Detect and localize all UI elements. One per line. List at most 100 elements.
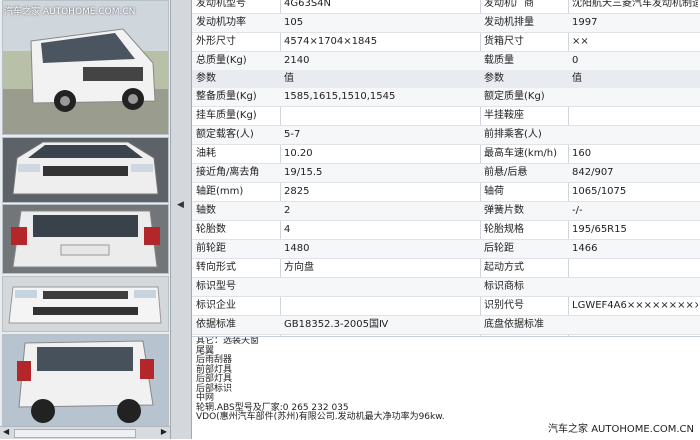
table-row: 接近角/离去角 19/15.5 前悬/后悬 842/907 — [192, 164, 700, 183]
param-label: 外形尺寸 — [196, 36, 236, 47]
param-value: 105 — [284, 17, 304, 28]
param-value: 10.20 — [284, 148, 313, 159]
vehicle-thumbnail-rear[interactable] — [2, 204, 169, 274]
param-label: 标识商标 — [484, 281, 524, 292]
param-value: 方向盘 — [284, 262, 314, 273]
note-line: 后部灯具 — [196, 374, 233, 384]
column-header: 参数 — [484, 73, 504, 84]
param-label: 载质量 — [484, 55, 514, 66]
param-value: 4 — [284, 224, 291, 235]
param-label: 弹簧片数 — [484, 205, 524, 216]
note-line: 尾翼 — [196, 345, 215, 356]
table-row: 油耗 10.20 最高车速(km/h) 160 — [192, 145, 700, 164]
param-label: 轴数 — [196, 205, 216, 216]
note-line: 后部标识 — [196, 383, 233, 394]
param-label: 额定载客(人) — [196, 129, 254, 140]
param-label: 半挂鞍座 — [484, 110, 524, 121]
param-label: 起动方式 — [484, 262, 524, 273]
table-row: 总质量(Kg) 2140 载质量 0 — [192, 52, 700, 71]
param-label: 油耗 — [196, 148, 216, 159]
param-label: 前轮距 — [196, 243, 226, 254]
table-row: 轴距(mm) 2825 轴荷 1065/1075 — [192, 183, 700, 202]
scrollbar-thumb[interactable] — [14, 429, 136, 438]
table-row: 标识型号 标识商标 — [192, 278, 700, 297]
param-label: 发动机功率 — [196, 17, 246, 28]
column-header: 参数 — [196, 73, 216, 84]
watermark-top: 汽车之家 AUTOHOME.COM.CN — [4, 7, 136, 17]
table-row: 挂车质量(Kg) 半挂鞍座 — [192, 107, 700, 126]
table-header-row: 参数 值 参数 值 — [192, 70, 700, 89]
table-row: 轮胎数 4 轮胎规格 195/65R15 — [192, 221, 700, 240]
column-header: 值 — [284, 73, 294, 84]
table-row: 依据标准 GB18352.3-2005国Ⅳ 底盘依据标准 — [192, 316, 700, 335]
vehicle-thumbnail-front-bumper[interactable] — [2, 276, 169, 332]
param-value: 195/65R15 — [572, 224, 627, 235]
param-label: 底盘依据标准 — [484, 319, 544, 330]
note-line: 前部灯具 — [196, 364, 233, 375]
param-value: GB18352.3-2005国Ⅳ — [284, 319, 389, 330]
param-value: 沈阳航天三菱汽车发动机制造 — [572, 0, 698, 9]
param-label: 总质量(Kg) — [196, 55, 247, 66]
param-label: 最高车速(km/h) — [484, 148, 558, 159]
table-row: 轴数 2 弹簧片数 -/- — [192, 202, 700, 221]
thumbnail-scrollbar[interactable]: ◀ ▶ — [0, 426, 170, 439]
param-label: 标识企业 — [196, 300, 236, 311]
param-label: 前排乘客(人) — [484, 129, 542, 140]
param-label: 前悬/后悬 — [484, 167, 528, 178]
scroll-right-icon[interactable]: ▶ — [161, 427, 167, 436]
parameter-table: 发动机型号 4G63S4N 发动机厂商 沈阳航天三菱汽车发动机制造 发动机功率 105 发动… — [192, 0, 700, 354]
param-label: 轮胎规格 — [484, 224, 524, 235]
param-value: -/- — [572, 205, 583, 216]
note-line: 后雨刮器 — [196, 355, 233, 365]
vehicle-thumbnail-front-34[interactable] — [2, 0, 169, 135]
param-value: LGWEF4A6××××××××× — [572, 300, 698, 311]
thumbnail-panel: 汽车之家 AUTOHOME.COM.CN ◀ ▶ — [0, 0, 170, 439]
table-row: 前轮距 1480 后轮距 1466 — [192, 240, 700, 259]
param-label: 轴距(mm) — [196, 186, 244, 197]
table-row: 外形尺寸 4574×1704×1845 货箱尺寸 ×× — [192, 33, 700, 52]
param-label: 发动机厂商 — [484, 0, 534, 9]
param-label: 额定质量(Kg) — [484, 91, 545, 102]
param-label: 识别代号 — [484, 300, 524, 311]
vehicle-thumbnail-front[interactable] — [2, 137, 169, 203]
param-label: 标识型号 — [196, 281, 236, 292]
param-value: 1585,1615,1510,1545 — [284, 91, 396, 102]
param-label: 接近角/离去角 — [196, 167, 260, 178]
table-row: 发动机型号 4G63S4N 发动机厂商 沈阳航天三菱汽车发动机制造 — [192, 0, 700, 14]
column-header: 值 — [572, 73, 582, 84]
param-label: 挂车质量(Kg) — [196, 110, 257, 121]
collapse-arrow-icon[interactable]: ◀ — [177, 200, 184, 210]
param-value: 2 — [284, 205, 291, 216]
param-label: 货箱尺寸 — [484, 36, 524, 47]
param-value: 5-7 — [284, 129, 301, 140]
param-value: 1997 — [572, 17, 598, 28]
scroll-left-icon[interactable]: ◀ — [3, 427, 9, 436]
param-label: 轮胎数 — [196, 224, 226, 235]
param-value: 0 — [572, 55, 579, 66]
table-row: 标识企业 识别代号 LGWEF4A6××××××××× — [192, 297, 700, 316]
table-row: 整备质量(Kg) 1585,1615,1510,1545 额定质量(Kg) — [192, 88, 700, 107]
note-line: 其它：选装天窗 — [196, 336, 260, 346]
param-value: 1065/1075 — [572, 186, 627, 197]
param-value: 842/907 — [572, 167, 614, 178]
table-row: 转向形式 方向盘 起动方式 — [192, 259, 700, 278]
param-value: 4574×1704×1845 — [284, 36, 378, 47]
param-value: 2825 — [284, 186, 310, 197]
param-label: 整备质量(Kg) — [196, 91, 257, 102]
panel-splitter[interactable]: ◀ — [170, 0, 192, 439]
param-value: 4G63S4N — [284, 0, 332, 9]
param-value: 19/15.5 — [284, 167, 323, 178]
param-label: 转向形式 — [196, 262, 236, 273]
param-value: 2140 — [284, 55, 310, 66]
param-value: ×× — [572, 36, 589, 47]
param-label: 后轮距 — [484, 243, 514, 254]
param-value: 160 — [572, 148, 592, 159]
param-label: 发动机型号 — [196, 0, 246, 9]
table-row: 发动机功率 105 发动机排量 1997 — [192, 14, 700, 33]
param-label: 发动机排量 — [484, 17, 534, 28]
vehicle-thumbnail-rear-34[interactable] — [2, 334, 169, 428]
param-label: 依据标准 — [196, 319, 236, 330]
watermark-bottom: 汽车之家 AUTOHOME.COM.CN — [548, 424, 694, 435]
param-label: 轴荷 — [484, 186, 504, 197]
param-value: 1480 — [284, 243, 310, 254]
